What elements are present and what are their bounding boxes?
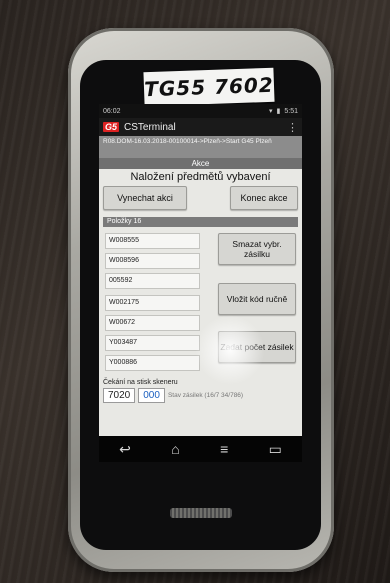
status-bar: 06:02 ▾ ▮ 5:51 [99, 104, 302, 118]
wifi-icon: ▾ [269, 108, 273, 115]
shipment-state: Stav zásilek (16/7 34/786) [167, 392, 244, 399]
device-sticker: TG55 7602 [143, 67, 275, 107]
manual-entry-button[interactable]: Vložit kód ručně [218, 283, 296, 315]
android-nav-bar: ↩ ⌂ ≡ ▭ [99, 436, 302, 462]
route-path: R08.DOM-16.03.2018-00100014->Plzeň->Star… [99, 136, 302, 158]
list-item[interactable]: W008596 [105, 253, 200, 269]
code-field[interactable]: 000 [138, 388, 165, 403]
count-field[interactable]: 7020 [103, 388, 136, 403]
app-screen: 06:02 ▾ ▮ 5:51 G5 CSTerminal ⋮ R08.DOM-1… [99, 104, 302, 436]
status-time: 5:51 [284, 107, 298, 115]
wait-status-text: Čekání na stisk skeneru [103, 379, 178, 386]
skip-action-button[interactable]: Vynechat akci [103, 186, 187, 210]
recent-apps-icon[interactable]: ▭ [269, 441, 282, 458]
list-item[interactable]: W00672 [105, 315, 200, 331]
app-logo: G5 [103, 122, 120, 132]
status-left: 06:02 [103, 107, 121, 115]
home-icon[interactable]: ⌂ [171, 441, 179, 457]
delete-selected-button[interactable]: Smazat vybr. zásilku [218, 233, 296, 265]
overflow-menu-icon[interactable]: ⋮ [287, 121, 298, 134]
app-bar: G5 CSTerminal ⋮ [99, 118, 302, 136]
items-area: W008555 W008596 005592 W002175 W00672 Y0… [99, 227, 302, 377]
signal-icon: ▮ [276, 108, 281, 115]
list-item[interactable]: W008555 [105, 233, 200, 249]
app-title: CSTerminal [124, 121, 176, 133]
back-icon[interactable]: ↩ [119, 441, 131, 458]
list-item[interactable]: Y000886 [105, 355, 200, 371]
action-title: Naložení předmětů vybavení [130, 171, 271, 183]
menu-icon[interactable]: ≡ [220, 441, 228, 457]
end-action-button[interactable]: Konec akce [230, 186, 298, 210]
items-header: Položky 16 [103, 217, 298, 227]
list-item[interactable]: W002175 [105, 295, 200, 311]
speaker-grille [170, 508, 232, 518]
enter-count-button[interactable]: Zadat počet zásilek [218, 331, 296, 363]
section-header: Akce [99, 158, 302, 169]
list-item[interactable]: Y003487 [105, 335, 200, 351]
list-item[interactable]: 005592 [105, 273, 200, 289]
